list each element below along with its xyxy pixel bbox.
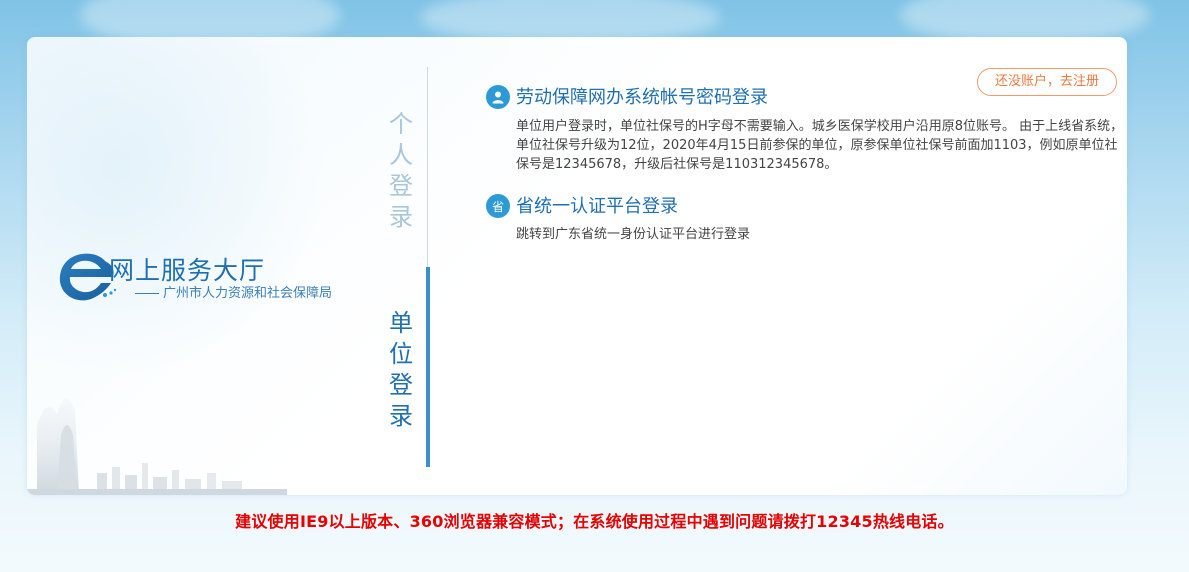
tab-char: 登 [389,172,413,200]
panel-decoration [27,37,327,377]
tab-active-indicator [426,267,430,467]
tab-char: 录 [389,203,413,231]
province-login-title[interactable]: 省统一认证平台登录 [516,192,678,218]
city-skyline-image [27,398,287,495]
tab-divider [427,67,428,267]
province-icon: 省 [486,194,510,218]
register-button[interactable]: 还没账户，去注册 [977,68,1117,96]
tab-char: 录 [389,402,413,430]
tab-char: 登 [389,371,413,399]
tab-char: 位 [389,340,413,368]
user-icon [486,85,510,109]
tab-personal-login[interactable]: 个 人 登 录 [383,109,419,233]
tab-char: 单 [389,309,413,337]
brand-logo: 网上服务大厅 广州市人力资源和社会保障局 [55,247,375,307]
tab-char: 个 [389,110,413,138]
password-login-desc: 单位用户登录时，单位社保号的H字母不需要输入。城乡医保学校用户沿用原8位账号。 … [516,119,1124,172]
browser-notice: 建议使用IE9以上版本、360浏览器兼容模式；在系统使用过程中遇到问题请拨打12… [235,512,954,531]
tab-unit-login[interactable]: 单 位 登 录 [383,308,419,432]
province-login-desc: 跳转到广东省统一身份认证平台进行登录 [516,227,751,242]
brand-subtitle: 广州市人力资源和社会保障局 [135,282,332,301]
login-panel: 网上服务大厅 广州市人力资源和社会保障局 个 人 登 录 单 位 登 录 还没账… [27,37,1127,495]
tab-char: 人 [389,141,413,169]
password-login-title[interactable]: 劳动保障网办系统帐号密码登录 [516,83,768,109]
